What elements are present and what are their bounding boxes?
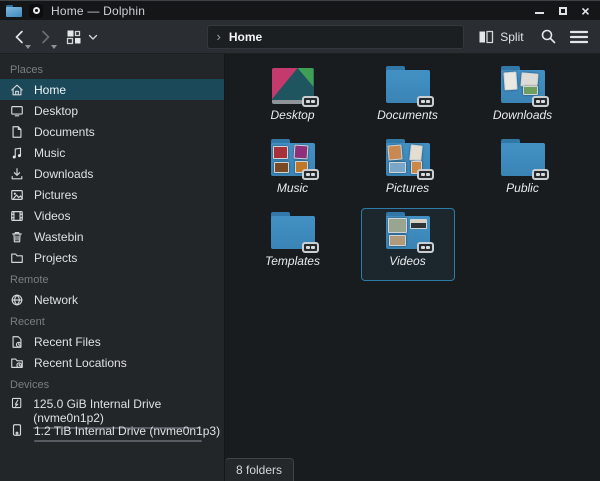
section-header-remote: Remote — [0, 268, 224, 289]
folder-name: Videos — [389, 254, 425, 268]
network-globe-icon — [10, 293, 24, 307]
sidebar-item-recent-files[interactable]: Recent Files — [0, 331, 224, 352]
view-mode-button[interactable] — [63, 24, 86, 50]
hamburger-menu-icon — [570, 30, 588, 44]
folder-name: Pictures — [386, 181, 429, 195]
drive-label: 125.0 GiB Internal Drive (nvme0n1p2) — [33, 397, 224, 425]
folder-name: Documents — [377, 108, 438, 122]
sidebar-item-documents[interactable]: Documents — [0, 121, 224, 142]
hamburger-menu-button[interactable] — [567, 24, 592, 50]
folder-name: Desktop — [270, 108, 314, 122]
folder-icon — [10, 251, 24, 265]
sidebar-item-wastebin[interactable]: Wastebin — [0, 226, 224, 247]
sidebar-item-recent-locations[interactable]: Recent Locations — [0, 352, 224, 373]
section-header-places: Places — [0, 58, 224, 79]
search-icon — [540, 28, 557, 45]
window-folder-icon — [6, 5, 22, 17]
sidebar-item-music[interactable]: Music — [0, 142, 224, 163]
window-title: Home — Dolphin — [51, 4, 145, 18]
breadcrumb-current[interactable]: Home — [229, 30, 262, 44]
desktop-icon — [10, 104, 24, 118]
view-mode-dropdown[interactable] — [86, 24, 100, 50]
sidebar-item-videos[interactable]: Videos — [0, 205, 224, 226]
folder-item-pictures[interactable]: Pictures — [361, 135, 455, 208]
home-icon — [10, 83, 24, 97]
symlink-emblem-icon — [302, 169, 319, 180]
titlebar[interactable]: Home — Dolphin × — [0, 0, 600, 20]
view-mode-grid-icon — [66, 29, 82, 45]
places-panel: Places Home Desktop Documents Music Down… — [0, 54, 225, 481]
minimize-button[interactable] — [533, 4, 546, 17]
symlink-emblem-icon — [417, 242, 434, 253]
section-header-recent: Recent — [0, 310, 224, 331]
sidebar-item-drive-nvme0n1p3[interactable]: 1.2 TiB Internal Drive (nvme0n1p3) — [0, 421, 224, 448]
symlink-emblem-icon — [532, 96, 549, 107]
drive-label: 1.2 TiB Internal Drive (nvme0n1p3) — [34, 424, 220, 438]
symlink-emblem-icon — [302, 242, 319, 253]
folder-item-public[interactable]: Public — [476, 135, 570, 208]
status-text: 8 folders — [236, 463, 282, 477]
section-header-devices: Devices — [0, 373, 224, 394]
symlink-emblem-icon — [532, 169, 549, 180]
sidebar-item-drive-nvme0n1p2[interactable]: 125.0 GiB Internal Drive (nvme0n1p2) — [0, 394, 224, 421]
download-icon — [10, 167, 24, 181]
close-button[interactable]: × — [579, 4, 592, 17]
document-icon — [10, 125, 24, 139]
maximize-button[interactable] — [556, 4, 569, 17]
file-clock-icon — [10, 335, 24, 349]
split-view-icon — [478, 29, 494, 45]
status-bar: 8 folders — [225, 458, 294, 481]
folder-item-videos[interactable]: Videos — [361, 208, 455, 281]
film-icon — [10, 209, 24, 223]
back-icon — [12, 29, 28, 45]
folder-name: Templates — [265, 254, 320, 268]
folder-item-downloads[interactable]: Downloads — [476, 62, 570, 135]
symlink-emblem-icon — [417, 96, 434, 107]
folder-item-music[interactable]: Music — [246, 135, 340, 208]
folder-item-desktop[interactable]: Desktop — [246, 62, 340, 135]
dolphin-window: Home — Dolphin × › — [0, 0, 600, 481]
symlink-emblem-icon — [302, 96, 319, 107]
sidebar-item-downloads[interactable]: Downloads — [0, 163, 224, 184]
folder-name: Downloads — [493, 108, 552, 122]
folder-name: Public — [506, 181, 539, 195]
toolbar: › Home Split — [0, 20, 600, 54]
trash-icon — [10, 230, 24, 244]
folder-item-documents[interactable]: Documents — [361, 62, 455, 135]
sidebar-item-desktop[interactable]: Desktop — [0, 100, 224, 121]
breadcrumb-chevron-icon[interactable]: › — [216, 29, 220, 44]
sidebar-item-projects[interactable]: Projects — [0, 247, 224, 268]
sidebar-item-home[interactable]: Home — [0, 79, 224, 100]
location-breadcrumb[interactable]: › Home — [207, 25, 464, 49]
folder-clock-icon — [10, 356, 24, 370]
back-button[interactable] — [8, 24, 31, 50]
hard-drive-icon — [10, 423, 24, 437]
folder-name: Music — [277, 181, 308, 195]
split-button[interactable]: Split — [472, 24, 529, 50]
forward-icon — [37, 29, 53, 45]
search-button[interactable] — [536, 24, 561, 50]
music-note-icon — [10, 146, 24, 160]
forward-button[interactable] — [33, 24, 56, 50]
app-badge-icon — [29, 4, 43, 18]
chevron-down-icon — [87, 31, 99, 43]
symlink-emblem-icon — [417, 169, 434, 180]
hard-drive-icon — [10, 396, 23, 410]
folder-item-templates[interactable]: Templates — [246, 208, 340, 281]
image-icon — [10, 188, 24, 202]
split-button-label: Split — [500, 30, 523, 44]
sidebar-item-pictures[interactable]: Pictures — [0, 184, 224, 205]
folder-view[interactable]: Desktop Documents — [225, 54, 600, 481]
sidebar-item-network[interactable]: Network — [0, 289, 224, 310]
drive-usage-bar — [34, 440, 202, 442]
